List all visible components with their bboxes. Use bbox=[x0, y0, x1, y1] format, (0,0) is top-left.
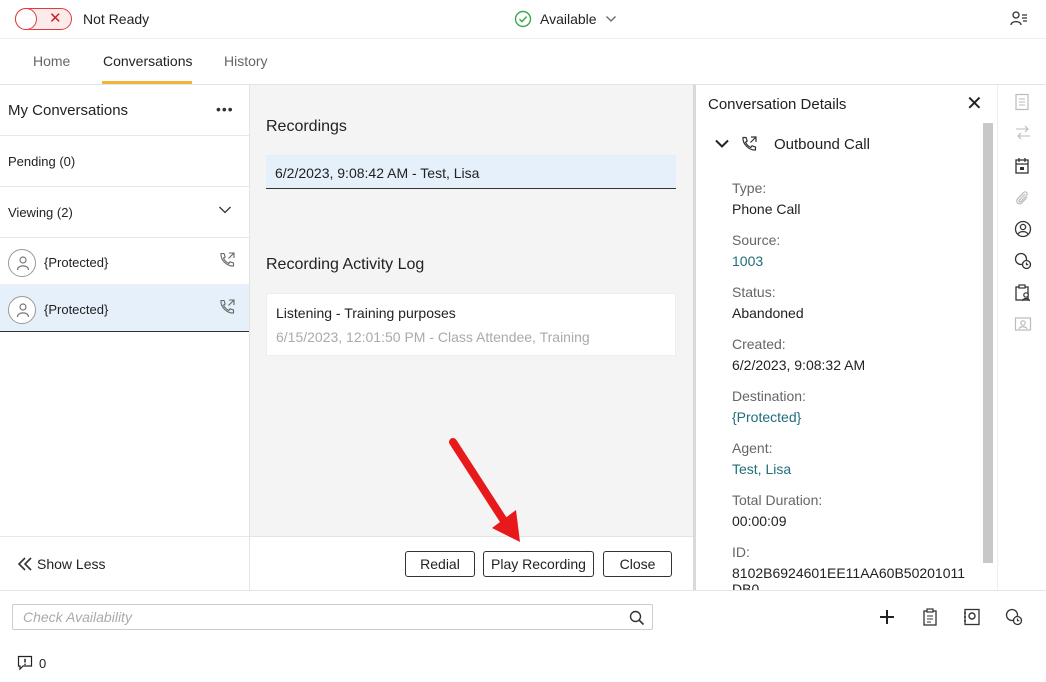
field-label: ID: bbox=[732, 544, 750, 560]
agent-state-label: Not Ready bbox=[83, 11, 150, 27]
field-label: Total Duration: bbox=[732, 492, 823, 508]
messages-indicator[interactable]: 0 bbox=[17, 655, 46, 671]
source-link[interactable]: 1003 bbox=[732, 253, 780, 269]
conversation-item[interactable]: {Protected} bbox=[0, 285, 249, 332]
details-title: Conversation Details bbox=[708, 96, 847, 113]
chevron-down-icon bbox=[219, 206, 231, 214]
agent-link[interactable]: Test, Lisa bbox=[732, 461, 791, 477]
message-alert-icon bbox=[17, 655, 33, 671]
recording-item[interactable]: 6/2/2023, 9:08:42 AM - Test, Lisa bbox=[266, 155, 676, 189]
avatar bbox=[8, 249, 36, 277]
toggle-knob bbox=[15, 8, 37, 30]
detail-field: Created: 6/2/2023, 9:08:32 AM bbox=[732, 336, 865, 373]
destination-link[interactable]: {Protected} bbox=[732, 409, 806, 425]
tab-conversations[interactable]: Conversations bbox=[103, 53, 193, 69]
avatar bbox=[8, 296, 36, 324]
detail-field: Status: Abandoned bbox=[732, 284, 804, 321]
field-value: Abandoned bbox=[732, 305, 804, 321]
double-chevron-left-icon bbox=[17, 557, 32, 571]
field-label: Type: bbox=[732, 180, 767, 196]
user-icon bbox=[16, 256, 30, 271]
viewing-section[interactable]: Viewing (2) bbox=[0, 187, 249, 238]
paperclip-icon[interactable] bbox=[1014, 189, 1030, 207]
transfer-icon[interactable] bbox=[1014, 125, 1032, 141]
field-label: Agent: bbox=[732, 440, 773, 456]
show-less-button[interactable]: Show Less bbox=[0, 536, 249, 590]
message-count: 0 bbox=[39, 655, 47, 671]
user-icon bbox=[16, 303, 30, 318]
detail-field: Source: 1003 bbox=[732, 232, 780, 269]
document-icon[interactable] bbox=[1014, 93, 1030, 111]
redial-button[interactable]: Redial bbox=[405, 551, 475, 577]
conversation-item[interactable]: {Protected} bbox=[0, 238, 249, 285]
conversation-name: {Protected} bbox=[44, 302, 109, 317]
pending-section[interactable]: Pending (0) bbox=[0, 136, 249, 187]
x-icon: ✕ bbox=[49, 10, 62, 27]
recording-item-label: 6/2/2023, 9:08:42 AM - Test, Lisa bbox=[275, 165, 480, 181]
more-options-icon[interactable]: ••• bbox=[216, 101, 234, 117]
detail-field: Type: Phone Call bbox=[732, 180, 801, 217]
outbound-phone-icon bbox=[220, 299, 235, 314]
call-type-header[interactable]: Outbound Call bbox=[714, 135, 870, 153]
user-clock-icon[interactable] bbox=[1005, 608, 1023, 626]
search-icon[interactable] bbox=[629, 610, 645, 626]
clipboard-icon[interactable] bbox=[922, 608, 938, 626]
bottom-bar: 0 bbox=[0, 590, 1046, 682]
log-entry-meta: 6/15/2023, 12:01:50 PM - Class Attendee,… bbox=[276, 329, 590, 345]
chevron-down-icon bbox=[605, 16, 616, 22]
user-list-icon[interactable] bbox=[1010, 10, 1028, 28]
field-value: 00:00:09 bbox=[732, 513, 787, 529]
detail-field: Agent: Test, Lisa bbox=[732, 440, 791, 477]
field-label: Source: bbox=[732, 232, 781, 248]
conversations-panel: My Conversations ••• Pending (0) Viewing… bbox=[0, 85, 250, 590]
pending-label: Pending (0) bbox=[8, 154, 76, 169]
tab-home[interactable]: Home bbox=[33, 53, 70, 69]
log-entry-title: Listening - Training purposes bbox=[276, 305, 456, 321]
id-card-icon[interactable] bbox=[1014, 316, 1032, 332]
conversations-header: My Conversations ••• bbox=[0, 85, 249, 136]
recordings-heading: Recordings bbox=[266, 118, 347, 135]
viewing-label: Viewing (2) bbox=[8, 205, 73, 220]
ready-toggle[interactable]: ✕ bbox=[15, 8, 72, 30]
field-label: Created: bbox=[732, 336, 786, 352]
active-tab-indicator bbox=[102, 81, 192, 84]
detail-field: Total Duration: 00:00:09 bbox=[732, 492, 822, 529]
field-label: Status: bbox=[732, 284, 776, 300]
annotation-arrow-icon bbox=[449, 438, 520, 542]
field-value: 8102B6924601EE11AA60B50201011DB0 bbox=[732, 565, 966, 590]
activity-log-heading: Recording Activity Log bbox=[266, 256, 425, 273]
close-button[interactable]: Close bbox=[603, 551, 672, 577]
conversation-name: {Protected} bbox=[44, 255, 109, 270]
scrollbar[interactable] bbox=[983, 123, 993, 563]
close-icon[interactable]: ✕ bbox=[966, 94, 983, 114]
tab-history[interactable]: History bbox=[224, 53, 268, 69]
panel-title: My Conversations bbox=[8, 102, 129, 119]
user-clock-icon[interactable] bbox=[1014, 252, 1032, 270]
contact-book-icon[interactable] bbox=[963, 608, 981, 626]
clipboard-user-icon[interactable] bbox=[1014, 284, 1032, 302]
availability-label: Available bbox=[540, 11, 597, 27]
activity-log-entry: Listening - Training purposes 6/15/2023,… bbox=[266, 293, 676, 356]
detail-field: Destination: {Protected} bbox=[732, 388, 806, 425]
field-value: Phone Call bbox=[732, 201, 801, 217]
availability-dropdown[interactable]: Available bbox=[514, 10, 617, 28]
field-value: 6/2/2023, 9:08:32 AM bbox=[732, 357, 866, 373]
conversation-details-panel: Conversation Details ✕ Outbound Call Typ… bbox=[693, 85, 997, 590]
show-less-label: Show Less bbox=[37, 556, 106, 572]
detail-field: ID: 8102B6924601EE11AA60B50201011DB0 bbox=[732, 544, 972, 590]
plus-icon[interactable] bbox=[878, 608, 896, 626]
play-recording-button[interactable]: Play Recording bbox=[483, 551, 594, 577]
field-label: Destination: bbox=[732, 388, 806, 404]
check-availability-input[interactable] bbox=[12, 604, 653, 630]
outbound-phone-icon bbox=[220, 252, 235, 267]
top-bar: ✕ Not Ready Available bbox=[0, 0, 1046, 39]
main-tabs: Home Conversations History bbox=[0, 39, 1046, 85]
call-type-label: Outbound Call bbox=[774, 135, 870, 153]
user-circle-icon[interactable] bbox=[1014, 220, 1032, 238]
check-circle-icon bbox=[514, 10, 532, 28]
chevron-down-icon bbox=[715, 139, 729, 148]
outbound-phone-icon bbox=[742, 136, 757, 151]
calendar-icon[interactable] bbox=[1014, 157, 1030, 175]
tool-rail bbox=[997, 85, 1046, 590]
